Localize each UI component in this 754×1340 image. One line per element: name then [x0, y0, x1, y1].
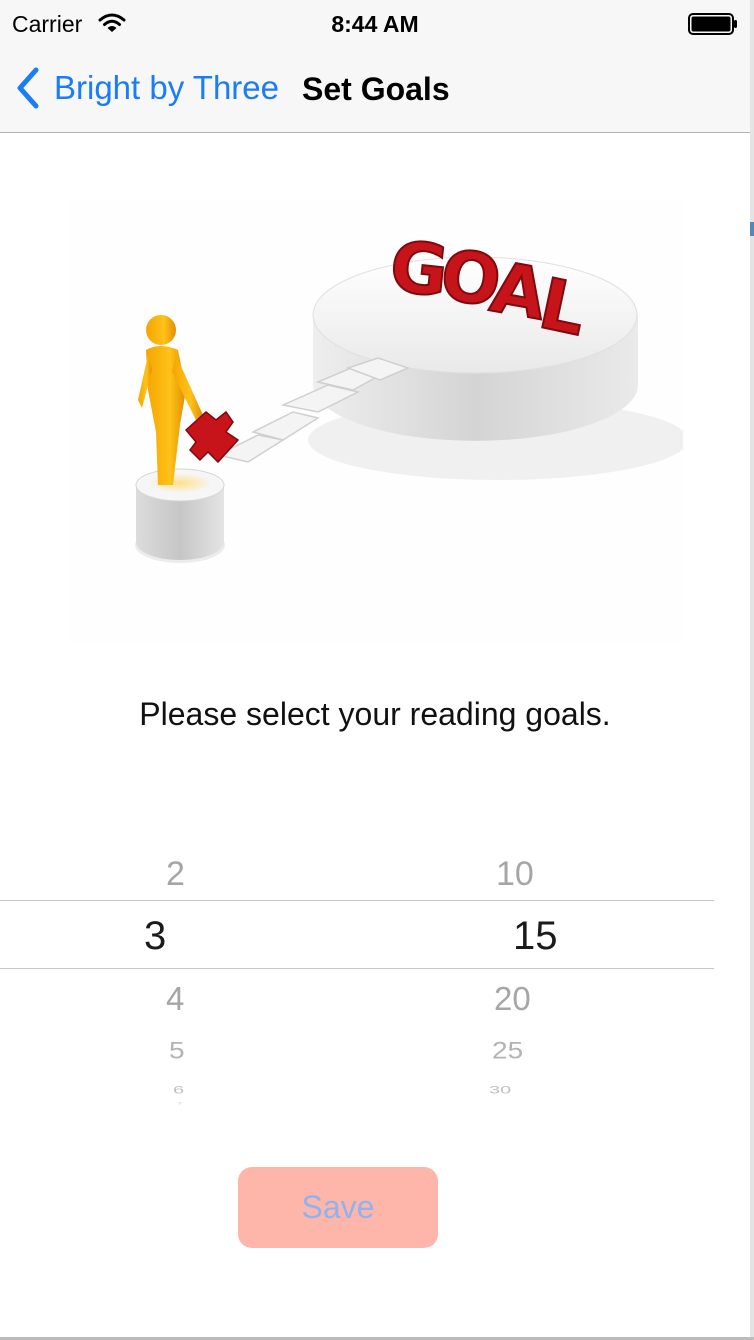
- picker-right-selected-item[interactable]: 15: [513, 916, 558, 956]
- back-button[interactable]: Bright by Three: [14, 66, 279, 110]
- picker-left-selected-item[interactable]: 3: [144, 916, 166, 956]
- person-figure: [138, 315, 203, 485]
- status-time: 8:44 AM: [331, 11, 419, 37]
- back-button-label: Bright by Three: [54, 69, 280, 106]
- save-button[interactable]: Save: [238, 1167, 438, 1248]
- picker-left-item[interactable]: 4: [166, 982, 184, 1015]
- picker-left-item[interactable]: 7: [177, 1102, 183, 1106]
- window-edge: [750, 0, 754, 1340]
- goal-picker[interactable]: 2 3 4 5 6 7 10 15 20 25 30: [0, 840, 714, 1115]
- goal-illustration: G O A L: [68, 200, 683, 643]
- picker-right-item[interactable]: 10: [496, 857, 534, 891]
- window-edge-mark: [750, 222, 754, 236]
- chevron-left-icon: [17, 67, 39, 109]
- picker-left-item[interactable]: 6: [173, 1085, 184, 1096]
- status-bar: Carrier 8:44 AM: [0, 0, 750, 46]
- instruction-text: Please select your reading goals.: [139, 696, 611, 732]
- picker-right-item[interactable]: 20: [494, 982, 531, 1015]
- picker-left-item[interactable]: 2: [166, 857, 185, 891]
- picker-right-item[interactable]: 25: [492, 1039, 523, 1063]
- battery-icon: [688, 13, 737, 35]
- picker-left-item[interactable]: 5: [169, 1039, 185, 1063]
- picker-right-item[interactable]: 30: [489, 1085, 511, 1096]
- page-title: Set Goals: [302, 71, 450, 107]
- picker-selection-bottom-line: [0, 968, 714, 969]
- navigation-bar: Bright by Three Set Goals: [0, 46, 750, 133]
- picker-selection-top-line: [0, 900, 714, 901]
